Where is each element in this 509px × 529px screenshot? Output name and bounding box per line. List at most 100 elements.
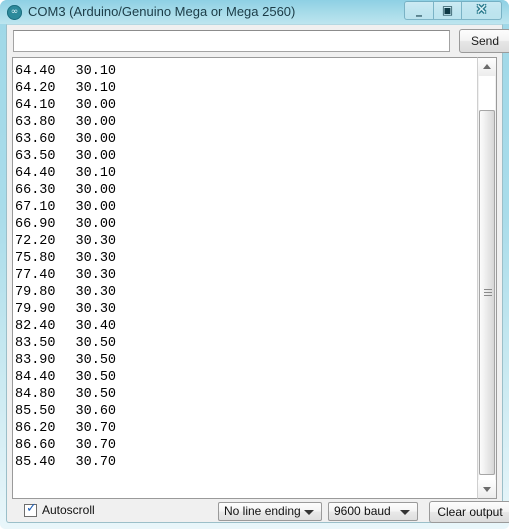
console-line: 63.60 30.00 (15, 131, 479, 148)
console-value-2: 30.30 (75, 234, 117, 249)
arduino-infinity-icon: ∞ (7, 5, 22, 20)
console-value-2: 30.00 (75, 200, 117, 215)
console-value-2: 30.00 (75, 98, 117, 113)
baud-rate-select[interactable]: 9600 baud (328, 502, 418, 521)
console-value-1: 86.60 (15, 438, 56, 453)
close-icon: ✕ (475, 2, 488, 18)
arduino-infinity-glyph: ∞ (10, 7, 19, 17)
console-line: 67.10 30.00 (15, 199, 479, 216)
console-value-2: 30.70 (75, 455, 117, 470)
console-value-2: 30.00 (75, 149, 117, 164)
send-row: Send (7, 25, 509, 57)
send-input[interactable] (13, 30, 450, 52)
console-line: 64.10 30.00 (15, 97, 479, 114)
console-line: 75.80 30.30 (15, 250, 479, 267)
console-value-2: 30.00 (75, 183, 117, 198)
serial-output-text: 63.3030.1064.4030.1064.2030.1064.1030.00… (13, 58, 479, 471)
console-value-2: 30.60 (75, 404, 117, 419)
console-value-2: 30.00 (75, 115, 117, 130)
console-line: 84.80 30.50 (15, 386, 479, 403)
console-line: 79.90 30.30 (15, 301, 479, 318)
bottom-toolbar: ✓ Autoscroll No line ending 9600 baud Cl… (7, 501, 509, 523)
console-line: 82.40 30.40 (15, 318, 479, 335)
scrollbar-track-upper[interactable] (479, 76, 495, 110)
console-line: 66.90 30.00 (15, 216, 479, 233)
triangle-up-icon (483, 64, 491, 69)
console-line: 77.40 30.30 (15, 267, 479, 284)
scrollbar-grip-icon (484, 288, 492, 297)
close-button[interactable]: ✕ (462, 1, 502, 20)
console-line: 86.60 30.70 (15, 437, 479, 454)
console-value-2: 30.10 (75, 166, 117, 181)
console-value-1: 77.40 (15, 268, 56, 283)
console-value-1: 86.20 (15, 421, 56, 436)
console-value-2: 30.40 (75, 319, 117, 334)
console-value-2: 30.10 (56, 58, 117, 62)
clear-output-button[interactable]: Clear output (429, 501, 509, 523)
console-value-1: 83.50 (15, 336, 56, 351)
send-button[interactable]: Send (459, 29, 509, 53)
console-value-1: 67.10 (15, 200, 56, 215)
line-ending-value: No line ending (224, 504, 301, 518)
serial-monitor-window: ∞ COM3 (Arduino/Genuino Mega or Mega 256… (0, 0, 509, 529)
console-value-2: 30.50 (75, 336, 117, 351)
console-value-2: 30.50 (75, 387, 117, 402)
autoscroll-label: Autoscroll (42, 503, 95, 517)
scroll-up-button[interactable] (478, 58, 496, 76)
console-line: 63.50 30.00 (15, 148, 479, 165)
chevron-down-icon (400, 509, 410, 515)
console-value-1: 64.40 (15, 166, 56, 181)
console-value-1: 79.80 (15, 285, 56, 300)
console-line: 85.50 30.60 (15, 403, 479, 420)
vertical-scrollbar[interactable] (477, 57, 497, 499)
console-value-1: 64.20 (15, 81, 56, 96)
console-value-1: 72.20 (15, 234, 56, 249)
console-value-2: 30.10 (75, 81, 117, 96)
console-line: 64.40 30.10 (15, 165, 479, 182)
console-value-2: 30.70 (75, 421, 117, 436)
scroll-down-button[interactable] (478, 480, 496, 498)
console-line: 84.40 30.50 (15, 369, 479, 386)
console-value-1: 83.90 (15, 353, 56, 368)
scrollbar-thumb[interactable] (479, 110, 495, 475)
maximize-button[interactable]: ▣ (433, 1, 462, 20)
titlebar[interactable]: ∞ COM3 (Arduino/Genuino Mega or Mega 256… (0, 0, 509, 24)
console-value-2: 30.10 (75, 64, 117, 79)
window-title: COM3 (Arduino/Genuino Mega or Mega 2560) (28, 4, 296, 19)
console-line: 72.20 30.30 (15, 233, 479, 250)
console-line: 63.80 30.00 (15, 114, 479, 131)
console-value-2: 30.30 (75, 268, 117, 283)
console-value-2: 30.50 (75, 353, 117, 368)
console-value-1: 63.50 (15, 149, 56, 164)
serial-output-panel[interactable]: 63.3030.1064.4030.1064.2030.1064.1030.00… (12, 57, 497, 499)
console-value-1: 84.80 (15, 387, 56, 402)
baud-rate-value: 9600 baud (334, 504, 391, 518)
console-line: 64.20 30.10 (15, 80, 479, 97)
console-value-1: 63.30 (15, 58, 56, 62)
maximize-icon: ▣ (441, 3, 454, 17)
console-value-1: 75.80 (15, 251, 56, 266)
console-value-2: 30.30 (75, 285, 117, 300)
console-line: 86.20 30.70 (15, 420, 479, 437)
chevron-down-icon (304, 509, 314, 515)
console-value-2: 30.00 (75, 132, 117, 147)
console-value-2: 30.30 (75, 251, 117, 266)
line-ending-select[interactable]: No line ending (218, 502, 322, 521)
console-value-2: 30.00 (75, 217, 117, 232)
console-value-1: 63.60 (15, 132, 56, 147)
checkmark-icon: ✓ (26, 501, 37, 516)
console-value-1: 66.30 (15, 183, 56, 198)
client-area: Send 63.3030.1064.4030.1064.2030.1064.10… (6, 24, 509, 523)
console-line: 85.40 30.70 (15, 454, 479, 471)
console-value-1: 66.90 (15, 217, 56, 232)
console-value-1: 82.40 (15, 319, 56, 334)
console-value-1: 64.40 (15, 64, 56, 79)
console-line: 83.50 30.50 (15, 335, 479, 352)
console-line: 83.90 30.50 (15, 352, 479, 369)
console-line: 79.80 30.30 (15, 284, 479, 301)
minimize-button[interactable]: – (404, 1, 433, 23)
autoscroll-checkbox[interactable]: ✓ (24, 501, 37, 517)
console-value-1: 85.40 (15, 455, 56, 470)
console-value-1: 84.40 (15, 370, 56, 385)
console-value-1: 79.90 (15, 302, 56, 317)
